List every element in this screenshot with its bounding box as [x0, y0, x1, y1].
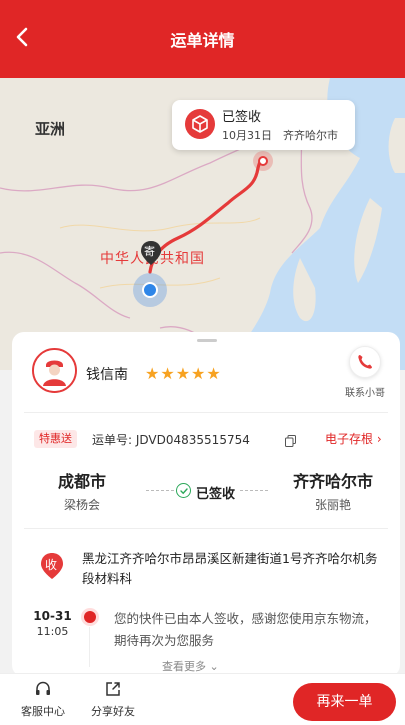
timeline-dot [84, 611, 96, 623]
receive-address-icon: 收 [40, 552, 64, 580]
contact-courier-label: 联系小哥 [345, 388, 385, 399]
sender-name: 梁杨会 [63, 498, 100, 512]
service-center-button[interactable]: 客服中心 [8, 680, 78, 722]
courier-name: 钱信南 [86, 367, 128, 383]
timeline-time: 11:05 [36, 625, 69, 638]
share-button[interactable]: 分享好友 [78, 680, 148, 722]
electronic-receipt-link[interactable]: 电子存根 › [325, 430, 382, 447]
waybill-number: 运单号: JDVD04835515754 [92, 433, 250, 447]
timeline-event-text: 您的快件已由本人签收，感谢您使用京东物流，期待再次为您服务 [114, 611, 377, 648]
popup-status: 已签收 [222, 110, 262, 125]
route-map[interactable]: 亚洲 中华人民共和国 已签收 10月31日 齐齐哈尔市 寄 [0, 78, 405, 370]
popup-city: 齐齐哈尔市 [283, 129, 338, 142]
app-header: 运单详情 [0, 0, 405, 78]
phone-icon [349, 346, 381, 378]
copy-icon[interactable] [285, 432, 296, 447]
destination-pin-icon [253, 151, 273, 171]
order-again-button[interactable]: 再来一单 [293, 683, 396, 721]
receiver-name: 张丽艳 [314, 498, 351, 512]
courier-rating: ★★★★★ [145, 364, 222, 383]
route-dash-left [146, 490, 174, 491]
waybill-detail-page: 运单详情 亚洲 中华人民共和国 [0, 0, 405, 725]
sender-pin-icon: 寄 [140, 240, 162, 266]
receive-address-icon-label: 收 [45, 558, 58, 572]
share-label: 分享好友 [91, 705, 135, 718]
electronic-receipt-label: 电子存根 [325, 432, 374, 446]
timeline-line [89, 627, 90, 667]
receive-address: 黑龙江齐齐哈尔市昂昂溪区新建街道1号齐齐哈尔机务段材料科 [82, 551, 378, 586]
divider [24, 528, 388, 529]
shipment-card: 钱信南 ★★★★★ 联系小哥 特惠送 运单号: JDVD04835515754 … [12, 332, 400, 677]
check-circle-icon [176, 483, 191, 498]
drag-handle[interactable] [197, 339, 217, 342]
page-title: 运单详情 [170, 31, 235, 50]
view-more-label: 查看更多 [162, 660, 206, 673]
chevron-right-icon: › [376, 432, 382, 446]
chevron-down-icon: ⌄ [209, 660, 219, 673]
headset-icon [34, 680, 52, 698]
origin-city: 成都市 [57, 472, 106, 491]
share-icon [104, 680, 122, 698]
destination-city: 齐齐哈尔市 [292, 472, 373, 491]
view-more-button[interactable]: 查看更多 ⌄ [162, 658, 219, 674]
service-center-label: 客服中心 [21, 705, 65, 718]
map-label-asia: 亚洲 [35, 120, 66, 138]
shipment-status: 已签收 [196, 487, 236, 502]
courier-avatar [32, 348, 77, 393]
route-dash-right [240, 490, 268, 491]
package-icon [185, 109, 215, 139]
sender-pin-label: 寄 [144, 245, 155, 258]
divider [24, 412, 388, 413]
contact-courier-button[interactable]: 联系小哥 [340, 346, 390, 402]
current-location-icon [133, 273, 167, 307]
bottom-bar: 客服中心 分享好友 再来一单 [0, 673, 405, 725]
status-popup: 已签收 10月31日 齐齐哈尔市 [172, 100, 355, 150]
popup-date: 10月31日 [222, 129, 272, 142]
timeline-date: 10-31 [33, 609, 72, 623]
service-badge: 特惠送 [34, 430, 77, 448]
